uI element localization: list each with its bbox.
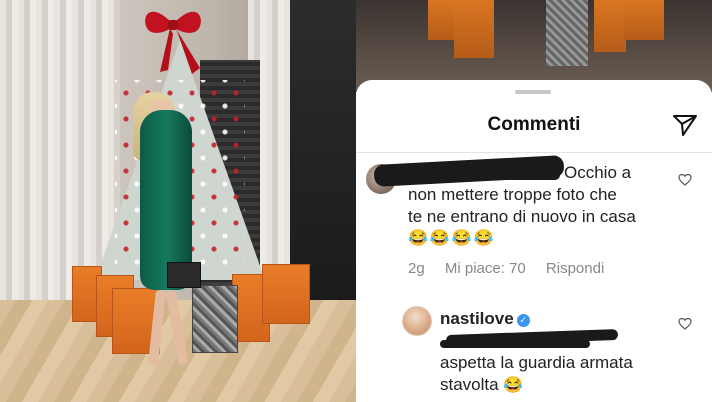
send-icon[interactable] [672, 113, 698, 137]
comment-text: te ne entrano di nuovo in casa [408, 207, 636, 226]
drag-handle[interactable] [515, 90, 551, 94]
comment-author[interactable]: nastilove ✓ [440, 308, 530, 330]
verified-badge-icon: ✓ [516, 314, 530, 327]
handbag [167, 262, 201, 288]
background-photo-strip [356, 0, 712, 92]
avatar[interactable] [402, 306, 432, 336]
like-count[interactable]: Mi piace: 70 [445, 260, 526, 277]
heart-icon[interactable] [678, 173, 692, 187]
comment-text-word: stavolta [440, 375, 499, 394]
redacted-mention[interactable] [440, 329, 619, 352]
sheet-title: Commenti [487, 114, 581, 135]
redacted-mention-scribble [440, 340, 590, 348]
gift-box [192, 285, 238, 353]
comment-text: non mettere troppe foto che [408, 185, 617, 204]
username[interactable]: nastilove [440, 309, 514, 328]
comment-age: 2g [408, 260, 425, 277]
post-photo [0, 0, 356, 402]
gift-bag [262, 264, 310, 324]
red-bow-icon [145, 11, 201, 74]
gift-bag [594, 0, 626, 52]
comments-sheet: Commenti Occhio a non mettere troppe fot… [356, 80, 712, 402]
gift-bag [454, 0, 494, 58]
gift-bag [428, 0, 456, 40]
comment-text: aspetta la guardia armata [440, 353, 633, 372]
comments-screen: Commenti Occhio a non mettere troppe fot… [356, 0, 712, 402]
reply-button[interactable]: Rispondi [546, 260, 604, 277]
emoji-reactions: 😂😂😂😂 [408, 230, 496, 247]
redacted-username [396, 170, 560, 180]
gift-box [546, 0, 588, 66]
comment-text: stavolta 😂 [440, 374, 525, 397]
divider [356, 152, 712, 153]
comment-meta: 2g Mi piace: 70 Rispondi [408, 260, 620, 277]
comment-text: Occhio a [564, 163, 632, 182]
gift-bag [624, 0, 664, 40]
emoji-reaction: 😂 [503, 377, 526, 394]
heart-icon[interactable] [678, 317, 692, 331]
